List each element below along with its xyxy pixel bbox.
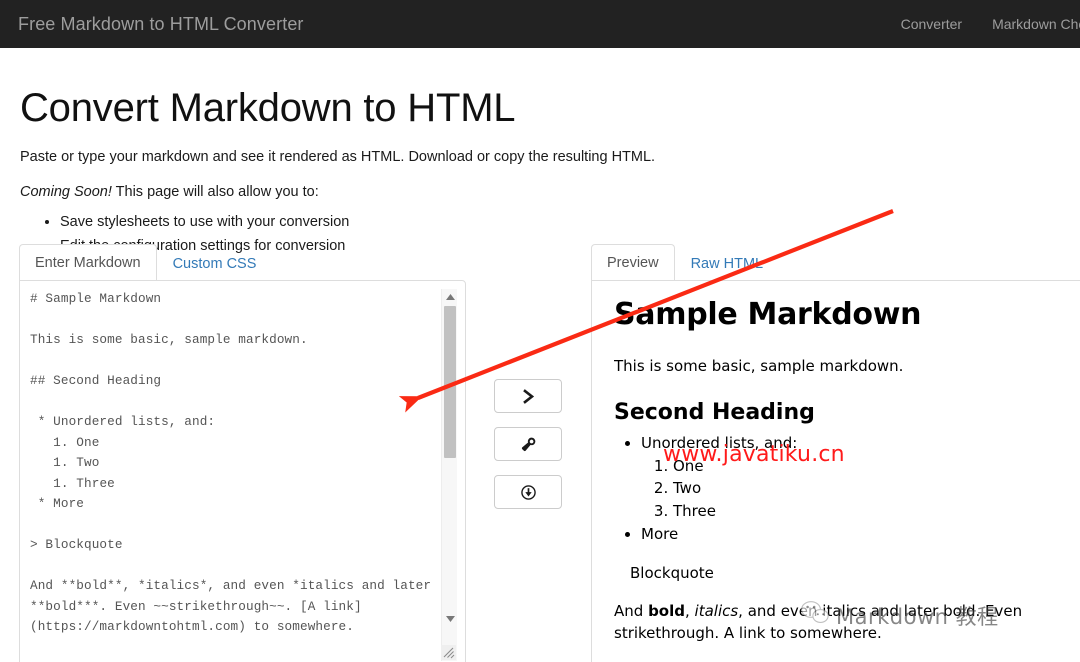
nav-link-markdown-cheatsheet[interactable]: Markdown Chea bbox=[977, 16, 1080, 32]
tab-raw-html[interactable]: Raw HTML bbox=[675, 245, 780, 282]
preview-last-bold: bold bbox=[648, 601, 685, 620]
preview-ordered-list: One Two Three bbox=[641, 455, 1080, 523]
preview-ordered-item: One bbox=[673, 455, 1080, 478]
preview-last-paragraph: And bold, italics, and even italics and … bbox=[614, 600, 1080, 645]
preview-tab-strip: Preview Raw HTML bbox=[591, 244, 780, 282]
markdown-editor-panel: # Sample Markdown This is some basic, sa… bbox=[19, 280, 466, 662]
preview-heading-1: Sample Markdown bbox=[614, 297, 922, 332]
tab-enter-markdown[interactable]: Enter Markdown bbox=[19, 244, 157, 282]
scroll-down-arrow-icon[interactable] bbox=[442, 611, 457, 627]
navbar-brand[interactable]: Free Markdown to HTML Converter bbox=[0, 14, 304, 35]
markdown-textarea-value: # Sample Markdown This is some basic, sa… bbox=[30, 291, 432, 634]
page-container: Convert Markdown to HTML Paste or type y… bbox=[0, 48, 1080, 267]
preview-blockquote: Blockquote bbox=[630, 563, 714, 582]
preview-list-item: More bbox=[641, 523, 1080, 546]
download-button[interactable] bbox=[494, 475, 562, 509]
convert-button[interactable] bbox=[494, 379, 562, 413]
preview-last-italics: italics bbox=[694, 601, 739, 620]
coming-soon-label: Coming Soon! bbox=[20, 184, 112, 201]
preview-ordered-item: Two bbox=[673, 477, 1080, 500]
scroll-up-arrow-icon[interactable] bbox=[442, 289, 457, 305]
preview-content: Sample Markdown This is some basic, samp… bbox=[614, 291, 1080, 662]
preview-unordered-list: Unordered lists, and: One Two Three More bbox=[614, 432, 1080, 546]
panels-region: Enter Markdown Custom CSS # Sample Markd… bbox=[0, 244, 1080, 662]
tool-button-column bbox=[494, 379, 562, 509]
tab-preview[interactable]: Preview bbox=[591, 244, 675, 282]
editor-tab-strip: Enter Markdown Custom CSS bbox=[19, 244, 273, 282]
coming-soon-rest: This page will also allow you to: bbox=[111, 184, 319, 201]
textarea-resize-handle[interactable] bbox=[441, 645, 456, 660]
scrollbar-thumb[interactable] bbox=[444, 306, 456, 458]
preview-paragraph-1: This is some basic, sample markdown. bbox=[614, 357, 904, 375]
preview-last-prefix: And bbox=[614, 601, 649, 620]
chevron-right-icon bbox=[522, 388, 535, 404]
top-navbar: Free Markdown to HTML Converter Converte… bbox=[0, 0, 1080, 48]
coming-soon-line: Coming Soon! This page will also allow y… bbox=[20, 182, 1060, 203]
settings-button[interactable] bbox=[494, 427, 562, 461]
editor-scrollbar[interactable] bbox=[441, 289, 457, 661]
wrench-icon bbox=[521, 437, 536, 452]
preview-list-item: Unordered lists, and: One Two Three bbox=[641, 432, 1080, 523]
preview-ordered-item: Three bbox=[673, 500, 1080, 523]
nav-link-converter[interactable]: Converter bbox=[886, 16, 977, 32]
preview-panel: Sample Markdown This is some basic, samp… bbox=[591, 280, 1080, 662]
preview-list-item-label: Unordered lists, and: bbox=[641, 433, 798, 452]
page-lead-text: Paste or type your markdown and see it r… bbox=[20, 149, 656, 165]
page-title: Convert Markdown to HTML bbox=[20, 86, 516, 130]
tab-custom-css[interactable]: Custom CSS bbox=[157, 245, 273, 282]
navbar-links: Converter Markdown Chea bbox=[886, 16, 1080, 32]
preview-heading-2: Second Heading bbox=[614, 399, 815, 425]
markdown-textarea[interactable]: # Sample Markdown This is some basic, sa… bbox=[30, 289, 457, 661]
download-circle-icon bbox=[520, 484, 536, 500]
page-root: Free Markdown to HTML Converter Converte… bbox=[0, 0, 1080, 662]
feature-list-item: Save stylesheets to use with your conver… bbox=[60, 211, 1060, 233]
preview-last-mid: , bbox=[684, 601, 695, 620]
